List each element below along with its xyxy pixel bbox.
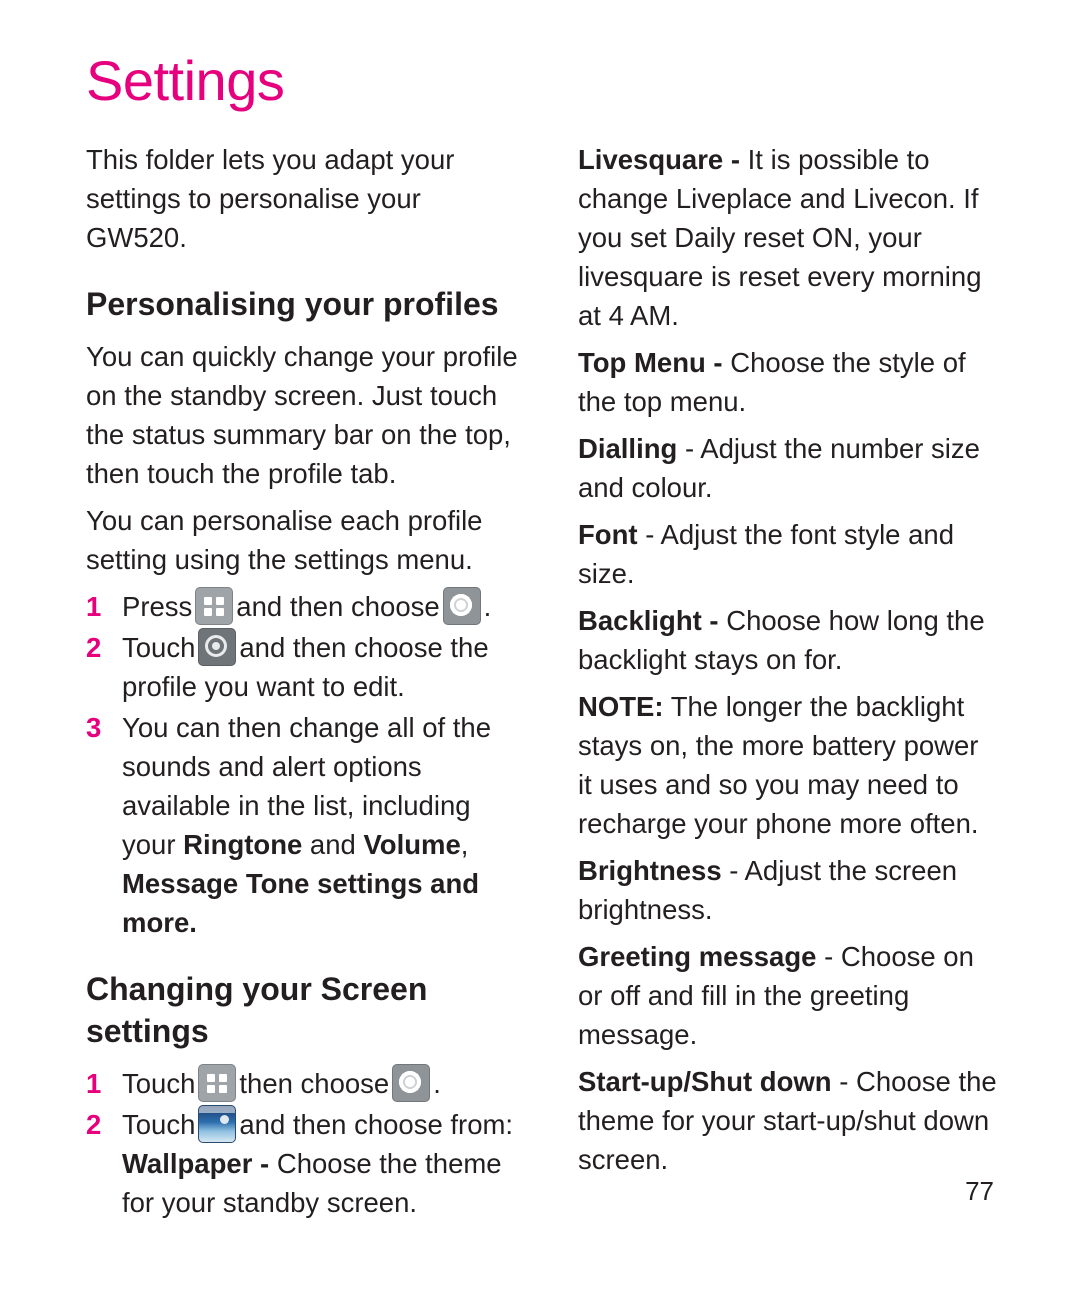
step-text-after: profile you want to edit. bbox=[122, 671, 405, 702]
list-item: 2 Touch and then choose from: Wallpaper - … bbox=[86, 1105, 526, 1222]
step-text-middle: and then choose bbox=[236, 591, 440, 622]
step-text-after: . bbox=[433, 1068, 441, 1099]
page-title: Settings bbox=[86, 49, 285, 112]
step-number: 1 bbox=[86, 591, 102, 622]
heading-personalising-profiles: Personalising your profiles bbox=[86, 286, 499, 322]
step-text-before: Touch bbox=[122, 1068, 196, 1099]
entry-note: NOTE: The longer the backlight stays on,… bbox=[578, 687, 998, 843]
entry-backlight: Backlight - Choose how long the backligh… bbox=[578, 601, 998, 679]
entry-sep: - bbox=[723, 144, 741, 175]
heading-changing-screen-settings: Changing your Screen settings bbox=[86, 971, 428, 1049]
step-bold-volume: Volume bbox=[363, 829, 461, 860]
left-column: This folder lets you adapt your settings… bbox=[86, 140, 526, 1224]
grid-icon bbox=[198, 1064, 237, 1102]
entry-sep: - bbox=[705, 347, 723, 378]
entry-term: NOTE: bbox=[578, 691, 664, 722]
entry-brightness: Brightness - Adjust the screen brightnes… bbox=[578, 851, 998, 929]
step-number: 2 bbox=[86, 632, 102, 663]
step-number: 2 bbox=[86, 1109, 102, 1140]
entry-greeting-message: Greeting message - Choose on or off and … bbox=[578, 937, 998, 1054]
entry-term: Backlight bbox=[578, 605, 702, 636]
step-text-middle: and then choose from: bbox=[239, 1109, 514, 1140]
step-text-middle: and then choose the bbox=[239, 632, 489, 663]
profiles-icon bbox=[198, 628, 237, 666]
screen-icon bbox=[198, 1105, 237, 1143]
list-item: 3 You can then change all of the sounds a… bbox=[86, 708, 526, 942]
entry-dialling: Dialling - Adjust the number size and co… bbox=[578, 429, 998, 507]
step-text-before: Press bbox=[122, 591, 193, 622]
list-item: 1 Touch then choose. bbox=[86, 1064, 526, 1103]
intro-paragraph: This folder lets you adapt your settings… bbox=[86, 144, 455, 253]
entry-startup-shutdown: Start-up/Shut down - Choose the theme fo… bbox=[578, 1062, 998, 1179]
list-item: 2 Touch and then choose the profile you wa… bbox=[86, 628, 526, 706]
step-bold-ringtone: Ringtone bbox=[183, 829, 303, 860]
gear-icon bbox=[392, 1064, 431, 1102]
entry-term: Font bbox=[578, 519, 638, 550]
step-text-before: Touch bbox=[122, 1109, 196, 1140]
entry-term: Greeting message bbox=[578, 941, 817, 972]
step-bold-message-tone: Message Tone bbox=[122, 868, 310, 899]
step-mid-2: , bbox=[460, 829, 469, 860]
grid-icon bbox=[195, 587, 234, 625]
page-number: 77 bbox=[965, 1176, 994, 1206]
entry-top-menu: Top Menu - Choose the style of the top m… bbox=[578, 343, 998, 421]
entry-term: Brightness bbox=[578, 855, 722, 886]
step-number: 3 bbox=[86, 712, 102, 743]
profiles-paragraph-2: You can personalise each profile setting… bbox=[86, 505, 483, 575]
step-text-after: . bbox=[483, 591, 492, 622]
right-column: Livesquare - It is possible to change Li… bbox=[578, 140, 998, 1187]
document-page: Settings This folder lets you adapt your… bbox=[0, 0, 1080, 1295]
gear-icon bbox=[442, 587, 481, 625]
entry-term: Top Menu bbox=[578, 347, 706, 378]
wallpaper-entry: Wallpaper - Choose the theme for your st… bbox=[122, 1144, 526, 1222]
step-text-before: Touch bbox=[122, 632, 196, 663]
entry-sep: - bbox=[701, 605, 719, 636]
entry-term: Livesquare bbox=[578, 144, 724, 175]
wallpaper-term: Wallpaper - bbox=[122, 1148, 270, 1179]
entry-term: Dialling bbox=[578, 433, 678, 464]
entry-term: Start-up/Shut down bbox=[578, 1066, 832, 1097]
step-text-middle: then choose bbox=[239, 1068, 390, 1099]
step-number: 1 bbox=[86, 1068, 102, 1099]
profiles-paragraph-1: You can quickly change your profile on t… bbox=[86, 341, 518, 489]
step-mid-1: and bbox=[302, 829, 364, 860]
list-item: 1 Press and then choose. bbox=[86, 587, 526, 626]
entry-font: Font - Adjust the font style and size. bbox=[578, 515, 998, 593]
entry-livesquare: Livesquare - It is possible to change Li… bbox=[578, 140, 998, 335]
